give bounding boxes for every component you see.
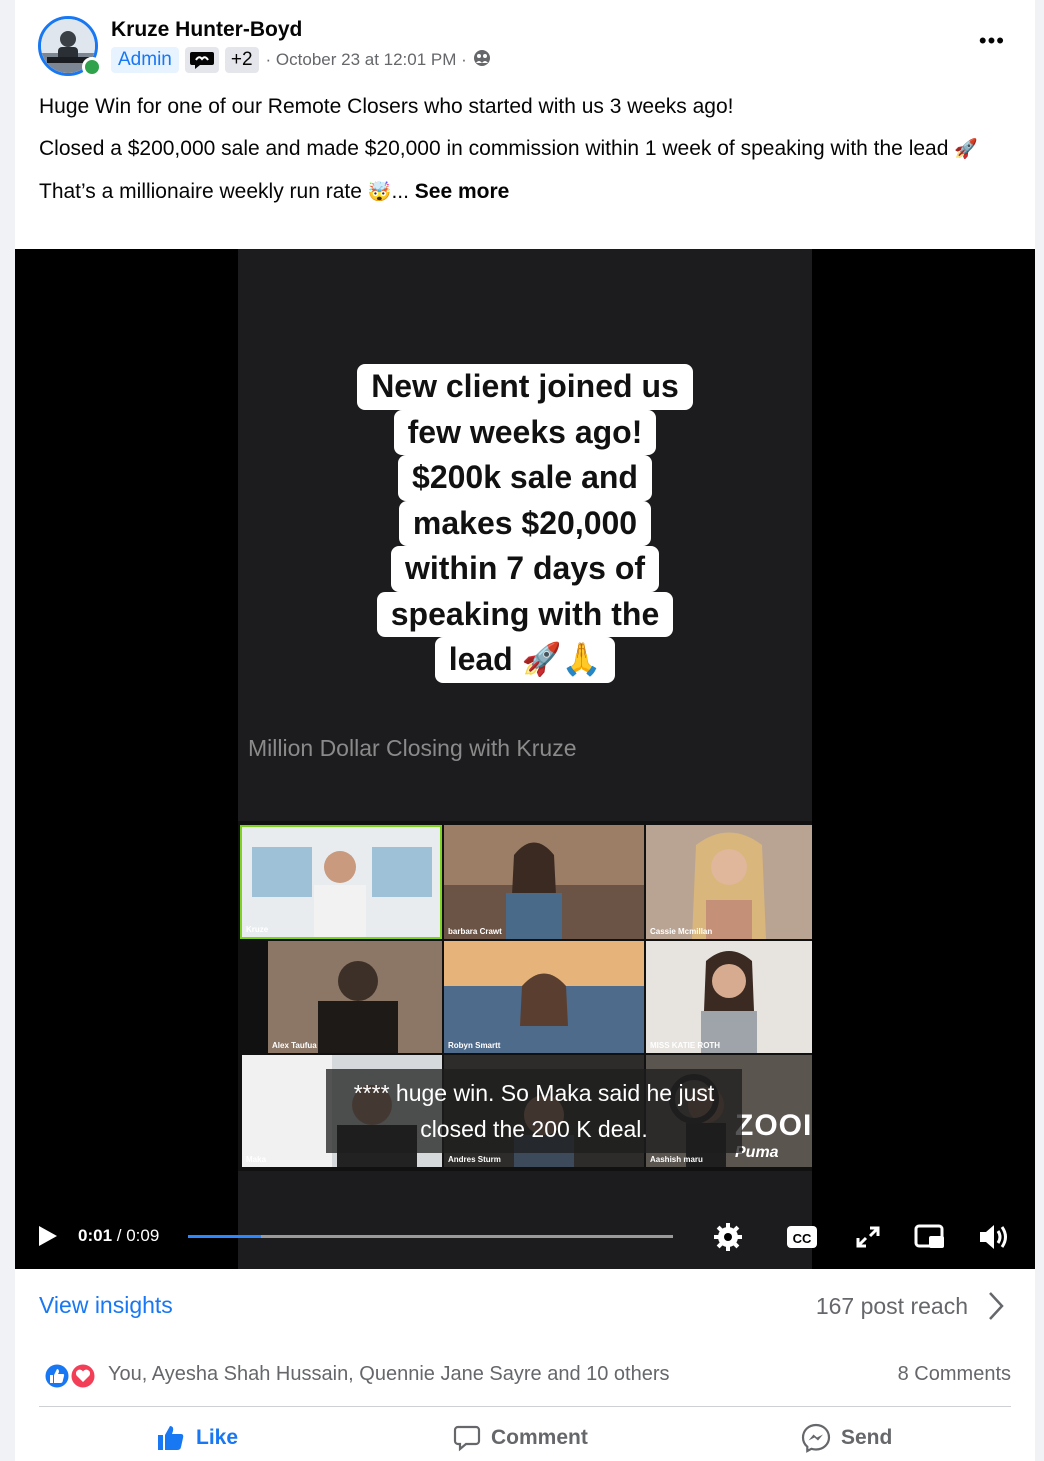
chevron-right-icon[interactable] xyxy=(987,1290,1005,1327)
play-icon[interactable] xyxy=(37,1224,59,1253)
post-reach[interactable]: 167 post reach xyxy=(816,1293,968,1320)
messenger-icon xyxy=(801,1423,831,1453)
more-options-button[interactable]: ••• xyxy=(979,28,1005,54)
reaction-names[interactable]: You, Ayesha Shah Hussain, Quennie Jane S… xyxy=(108,1363,670,1386)
see-more-link[interactable]: See more xyxy=(415,180,510,203)
send-button[interactable]: Send xyxy=(801,1420,892,1456)
settings-icon[interactable] xyxy=(713,1222,743,1257)
participant-tile: barbara Crawt xyxy=(444,825,644,939)
post-text-line: That’s a millionaire weekly run rate xyxy=(39,180,362,203)
participant-name: Kruze xyxy=(246,925,269,934)
participant-tile: Alex Taufua xyxy=(268,941,442,1053)
participant-name: Robyn Smartt xyxy=(448,1041,501,1050)
participant-tile: Kruze xyxy=(240,825,442,939)
author-name[interactable]: Kruze Hunter-Boyd xyxy=(111,18,302,42)
post-card: Kruze Hunter-Boyd Admin +2 · October 23 … xyxy=(15,0,1035,1461)
picture-in-picture-icon[interactable] xyxy=(914,1222,946,1257)
thumbs-up-icon xyxy=(156,1424,186,1452)
participant-tile: Robyn Smartt xyxy=(444,941,644,1053)
time-separator: / xyxy=(112,1226,127,1245)
comment-label: Comment xyxy=(491,1426,588,1449)
reaction-icons[interactable] xyxy=(41,1362,103,1390)
fullscreen-icon[interactable] xyxy=(854,1222,882,1257)
video-caption: New client joined us few weeks ago! $200… xyxy=(238,364,812,683)
more-badges[interactable]: +2 xyxy=(224,47,259,73)
view-insights-link[interactable]: View insights xyxy=(39,1292,173,1319)
exploding-head-emoji: 🤯 xyxy=(367,182,392,203)
participant-tile: Cassie Mcmillan xyxy=(646,825,812,939)
audience-group-icon[interactable] xyxy=(473,49,491,72)
video-player[interactable]: New client joined us few weeks ago! $200… xyxy=(15,249,1035,1269)
like-label: Like xyxy=(196,1426,239,1449)
video-frame: New client joined us few weeks ago! $200… xyxy=(238,249,812,1269)
closed-captions-icon[interactable]: CC xyxy=(786,1222,818,1257)
caption-line: New client joined us xyxy=(357,364,693,410)
caption-line: lead 🚀🙏 xyxy=(434,637,616,683)
caption-line: few weeks ago! xyxy=(393,409,657,455)
participant-name: Maka xyxy=(246,1155,267,1164)
reactions-summary: You, Ayesha Shah Hussain, Quennie Jane S… xyxy=(39,1360,1011,1392)
post-paragraph: Huge Win for one of our Remote Closers w… xyxy=(39,92,1014,122)
post-timestamp[interactable]: · October 23 at 12:01 PM · xyxy=(266,50,467,70)
ellipsis: ... xyxy=(391,180,409,203)
progress-fill xyxy=(188,1235,261,1238)
post-body: Huge Win for one of our Remote Closers w… xyxy=(39,92,1014,220)
session-title: Million Dollar Closing with Kruze xyxy=(248,735,577,761)
participant-name: Cassie Mcmillan xyxy=(650,927,713,936)
time-display: 0:01 / 0:09 xyxy=(78,1226,159,1246)
divider xyxy=(39,1406,1011,1407)
post-meta: Admin +2 · October 23 at 12:01 PM · xyxy=(111,46,491,74)
volume-icon[interactable] xyxy=(977,1222,1011,1257)
post-text-line: Closed a $200,000 sale and made $20,000 … xyxy=(39,137,949,160)
total-time: 0:09 xyxy=(126,1226,160,1245)
post-paragraph: Closed a $200,000 sale and made $20,000 … xyxy=(39,134,1014,165)
comments-count[interactable]: 8 Comments xyxy=(898,1363,1011,1386)
rocket-emoji: 🚀 xyxy=(954,139,978,160)
online-status-dot xyxy=(82,57,102,77)
send-label: Send xyxy=(841,1426,893,1449)
conversation-starter-badge-icon[interactable] xyxy=(184,47,219,73)
video-subtitle: **** huge win. So Maka said he just clos… xyxy=(326,1069,742,1153)
svg-text:CC: CC xyxy=(793,1231,812,1246)
post-text-line: Huge Win for one of our Remote Closers w… xyxy=(39,95,734,118)
participant-tile: MISS KATIE ROTH xyxy=(646,941,812,1053)
participant-name: MISS KATIE ROTH xyxy=(650,1041,721,1050)
comment-button[interactable]: Comment xyxy=(453,1420,588,1456)
video-controls: 0:01 / 0:09 CC xyxy=(15,1217,1035,1257)
participant-name: barbara Crawt xyxy=(448,927,502,936)
post-paragraph: That’s a millionaire weekly run rate 🤯..… xyxy=(39,177,1014,208)
current-time: 0:01 xyxy=(78,1226,113,1245)
caption-line: $200k sale and xyxy=(398,455,652,501)
caption-line: makes $20,000 xyxy=(398,500,652,546)
caption-line: speaking with the xyxy=(376,591,674,637)
participant-name: Aashish maru xyxy=(650,1155,703,1164)
like-button[interactable]: Like xyxy=(156,1420,238,1456)
progress-bar[interactable] xyxy=(188,1235,673,1238)
zoom-watermark: ZOOI xyxy=(735,1109,813,1142)
caption-line: within 7 days of xyxy=(390,546,660,592)
participant-name: Andres Sturm xyxy=(448,1155,501,1164)
comment-icon xyxy=(453,1424,481,1452)
admin-badge[interactable]: Admin xyxy=(111,47,179,73)
post-header: Kruze Hunter-Boyd Admin +2 · October 23 … xyxy=(15,0,1035,80)
participant-name: Alex Taufua xyxy=(272,1041,317,1050)
